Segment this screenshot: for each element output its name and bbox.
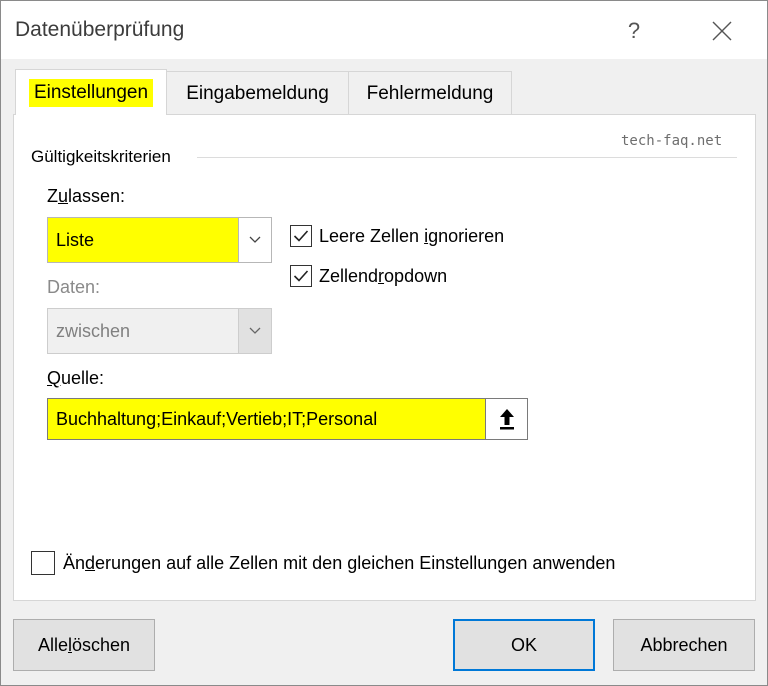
allow-dropdown[interactable]: Liste [47, 217, 272, 263]
ignore-blank-checkbox[interactable]: Leere Zellen ignorieren [290, 225, 504, 247]
tab-label: Eingabemeldung [186, 82, 329, 104]
source-label: Quelle: [47, 368, 105, 388]
allow-dropdown-button[interactable] [238, 218, 271, 262]
checkbox-box[interactable] [290, 265, 312, 287]
tab-eingabemeldung[interactable]: Eingabemeldung [166, 71, 349, 115]
source-field[interactable]: Buchhaltung;Einkauf;Vertieb;IT;Personal [47, 398, 528, 440]
checkbox-box[interactable] [31, 551, 55, 575]
ignore-blank-label: Leere Zellen ignorieren [319, 225, 505, 246]
in-cell-dropdown-checkbox[interactable]: Zellendropdown [290, 265, 447, 287]
allow-value: Liste [48, 218, 238, 262]
tab-label: Fehlermeldung [366, 82, 494, 104]
title-bar: Datenüberprüfung ? [1, 1, 767, 59]
in-cell-dropdown-label: Zellendropdown [319, 265, 448, 286]
checkmark-icon [293, 270, 309, 282]
criteria-group-label: Gültigkeitskriterien [31, 147, 175, 167]
chevron-down-icon [249, 236, 261, 243]
group-divider [197, 157, 737, 158]
watermark: tech-faq.net [621, 133, 723, 149]
checkmark-icon [293, 230, 309, 242]
chevron-down-icon [249, 327, 261, 334]
close-icon [712, 21, 732, 41]
tab-fehlermeldung[interactable]: Fehlermeldung [348, 71, 512, 115]
close-button[interactable] [695, 11, 749, 51]
cancel-button[interactable]: Abbrechen [613, 619, 755, 671]
source-input[interactable]: Buchhaltung;Einkauf;Vertieb;IT;Personal [48, 399, 485, 439]
apply-all-label: Änderungen auf alle Zellen mit den gleic… [63, 552, 616, 573]
data-validation-dialog: Datenüberprüfung ? Einstellungen Eingabe… [0, 0, 768, 686]
allow-label: Zulassen: [47, 186, 126, 206]
data-label: Daten: [47, 277, 101, 297]
tab-einstellungen[interactable]: Einstellungen [15, 69, 167, 115]
ok-button[interactable]: OK [453, 619, 595, 671]
checkbox-box[interactable] [290, 225, 312, 247]
collapse-reference-button[interactable] [485, 399, 527, 439]
up-arrow-icon [499, 409, 514, 430]
dialog-title: Datenüberprüfung [15, 18, 185, 41]
help-button[interactable]: ? [611, 13, 657, 49]
tab-label: Einstellungen [28, 78, 154, 107]
data-dropdown-button [238, 309, 271, 353]
clear-all-button[interactable]: Alle l öschen [13, 619, 155, 671]
apply-all-checkbox[interactable]: Änderungen auf alle Zellen mit den gleic… [31, 551, 615, 575]
data-value: zwischen [56, 320, 131, 341]
data-dropdown: zwischen [47, 308, 272, 354]
